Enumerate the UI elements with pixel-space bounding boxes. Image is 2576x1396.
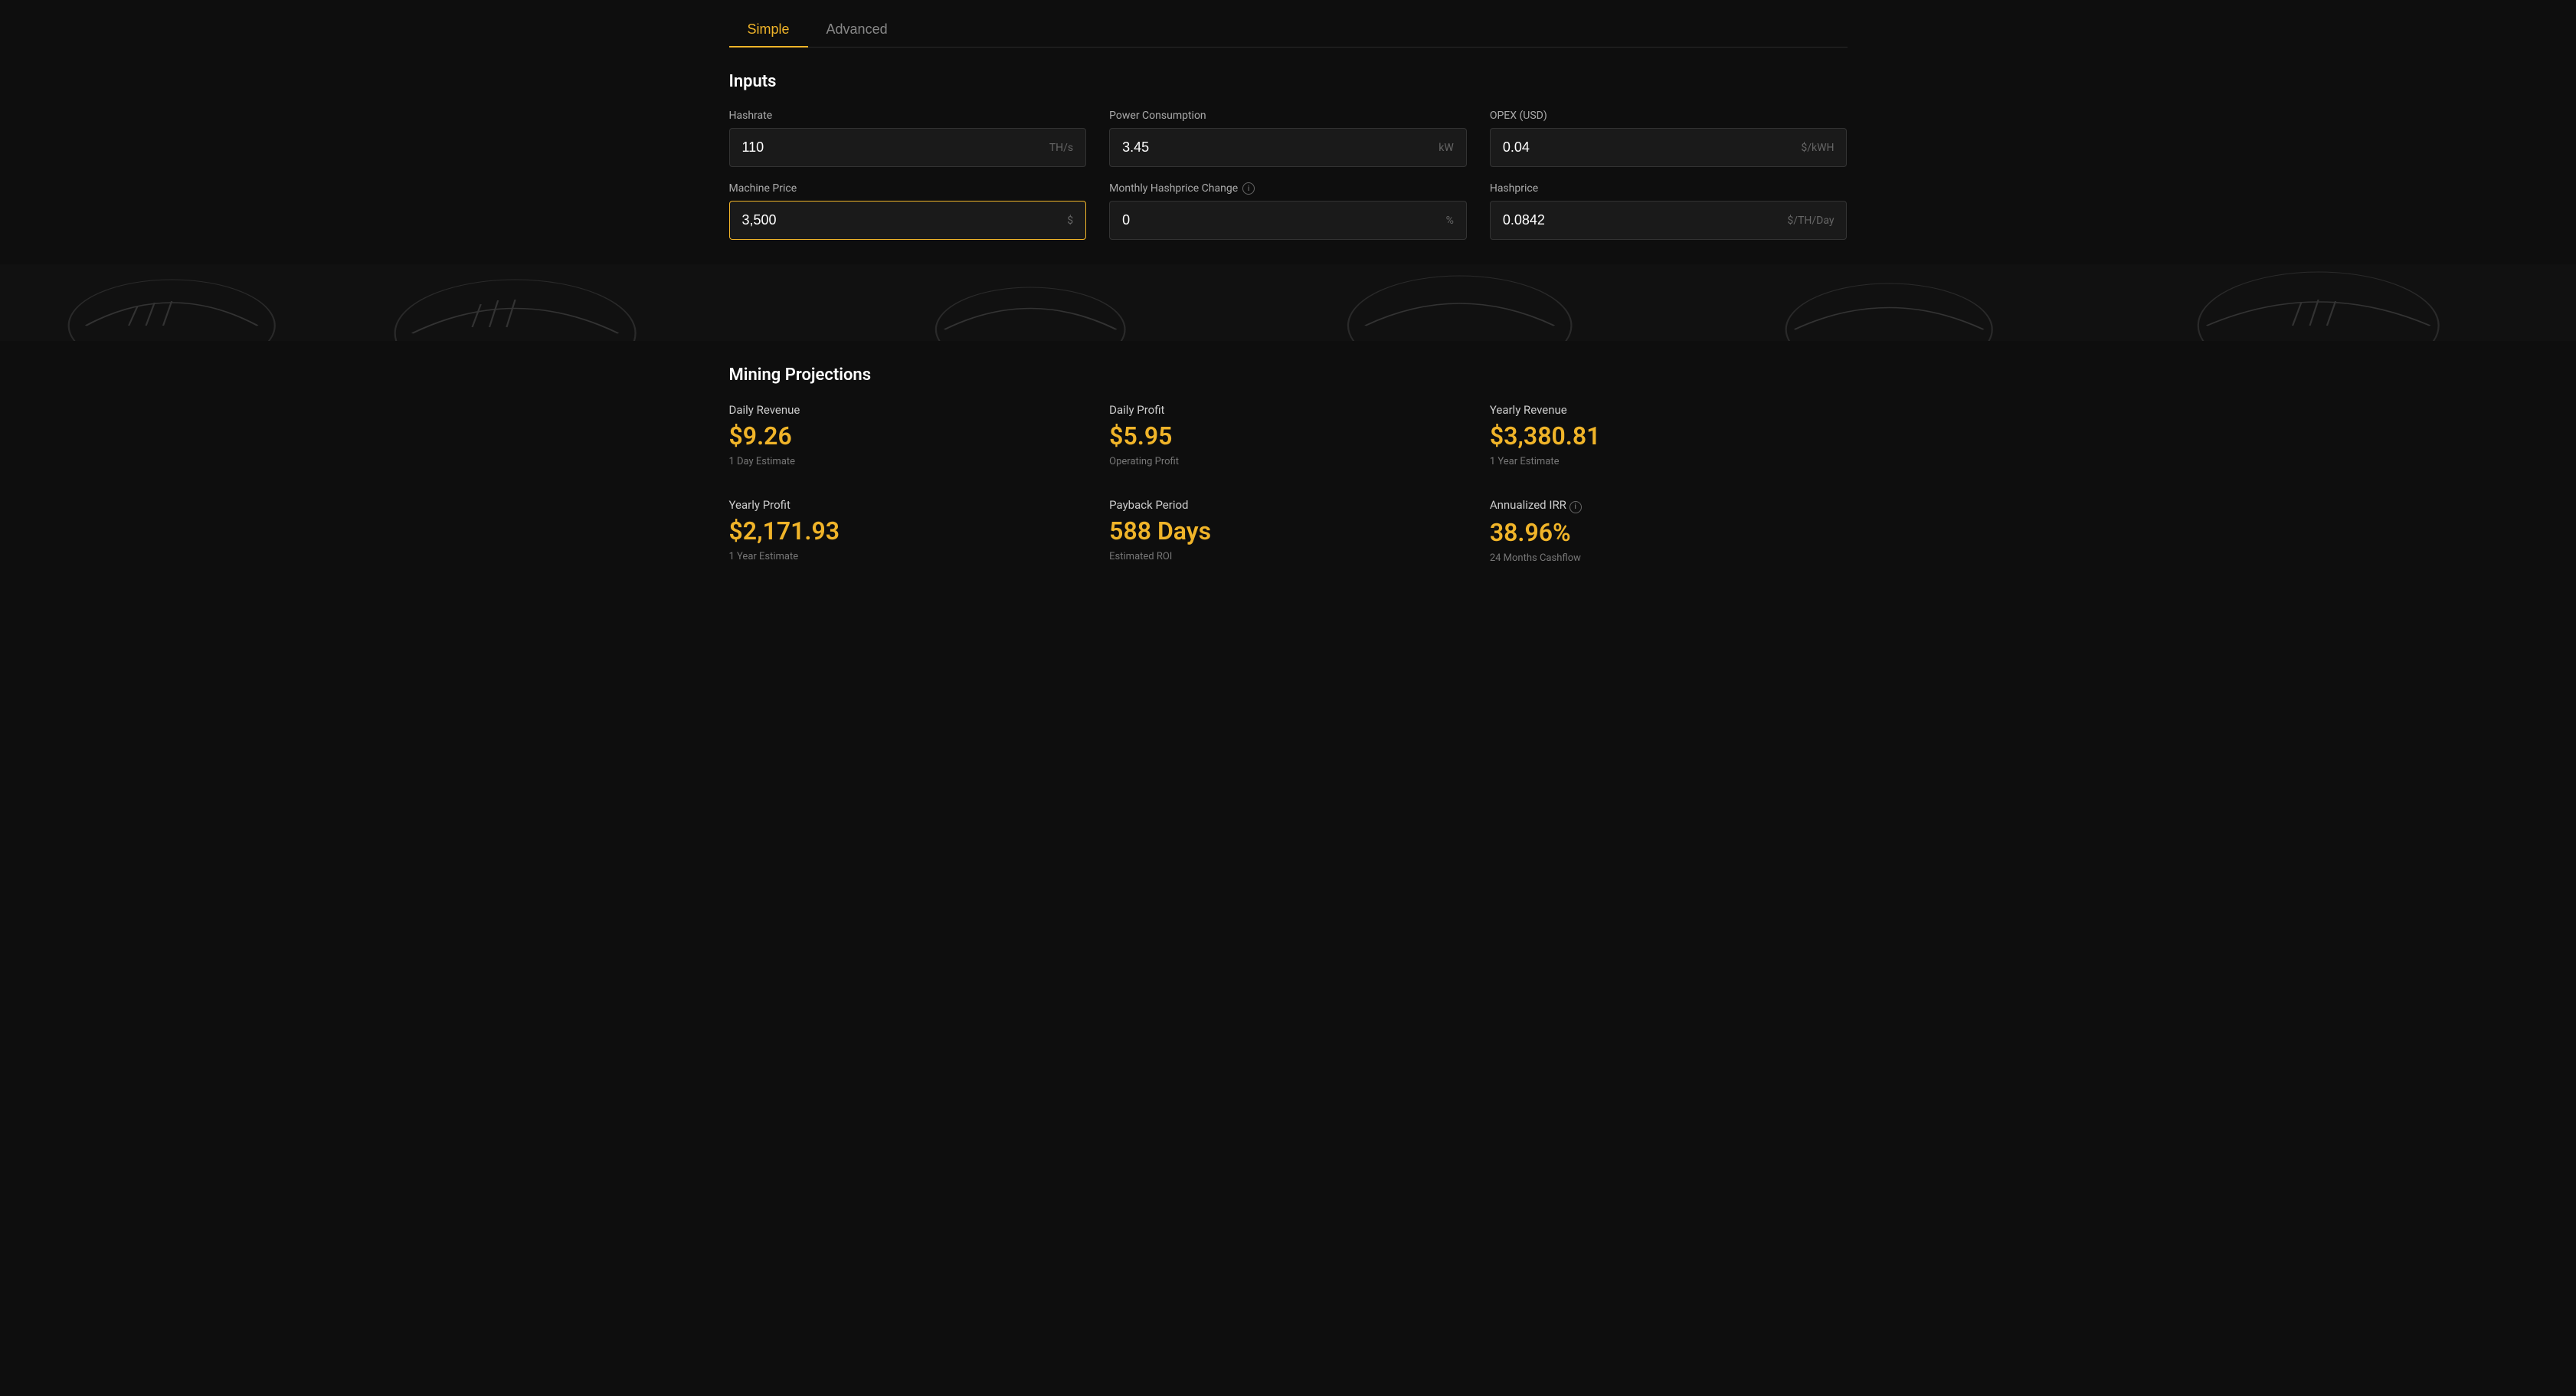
monthly-hashprice-group: Monthly Hashprice Change i % xyxy=(1109,182,1467,240)
power-consumption-group: Power Consumption kW xyxy=(1109,110,1467,167)
machine-price-wrapper: $ xyxy=(729,201,1087,240)
yearly-revenue-sublabel: 1 Year Estimate xyxy=(1490,456,1848,467)
opex-label: OPEX (USD) xyxy=(1490,110,1848,122)
power-consumption-input[interactable] xyxy=(1110,129,1426,166)
payback-period-label: Payback Period xyxy=(1109,498,1467,512)
hashrate-input[interactable] xyxy=(730,129,1037,166)
machine-price-label: Machine Price xyxy=(729,182,1087,195)
inputs-heading: Inputs xyxy=(729,72,1848,91)
hashrate-label: Hashrate xyxy=(729,110,1087,122)
hashrate-unit: TH/s xyxy=(1037,142,1085,154)
daily-profit-label: Daily Profit xyxy=(1109,403,1467,417)
tab-simple[interactable]: Simple xyxy=(729,12,808,47)
annualized-irr-item: Annualized IRR i 38.96% 24 Months Cashfl… xyxy=(1490,498,1848,564)
yearly-profit-sublabel: 1 Year Estimate xyxy=(729,551,1087,562)
opex-unit: $/kWH xyxy=(1789,142,1846,154)
yearly-revenue-item: Yearly Revenue $3,380.81 1 Year Estimate xyxy=(1490,403,1848,467)
payback-period-sublabel: Estimated ROI xyxy=(1109,551,1467,562)
annualized-irr-sublabel: 24 Months Cashflow xyxy=(1490,552,1848,564)
opex-input[interactable] xyxy=(1491,129,1789,166)
power-consumption-unit: kW xyxy=(1426,142,1466,154)
opex-wrapper: $/kWH xyxy=(1490,128,1848,167)
yearly-profit-label: Yearly Profit xyxy=(729,498,1087,512)
machine-price-input[interactable] xyxy=(730,202,1056,239)
tabs-container: Simple Advanced xyxy=(729,0,1848,48)
daily-profit-sublabel: Operating Profit xyxy=(1109,456,1467,467)
hashprice-wrapper: $/TH/Day xyxy=(1490,201,1848,240)
chart-area xyxy=(0,264,2576,341)
projections-grid: Daily Revenue $9.26 1 Day Estimate Daily… xyxy=(729,403,1848,564)
monthly-hashprice-wrapper: % xyxy=(1109,201,1467,240)
annualized-irr-value: 38.96% xyxy=(1490,519,1848,546)
yearly-revenue-value: $3,380.81 xyxy=(1490,423,1848,450)
machine-price-group: Machine Price $ xyxy=(729,182,1087,240)
yearly-revenue-label: Yearly Revenue xyxy=(1490,403,1848,417)
payback-period-value: 588 Days xyxy=(1109,518,1467,545)
hashrate-group: Hashrate TH/s xyxy=(729,110,1087,167)
opex-group: OPEX (USD) $/kWH xyxy=(1490,110,1848,167)
daily-revenue-value: $9.26 xyxy=(729,423,1087,450)
inputs-section: Inputs Hashrate TH/s Power Consumption k… xyxy=(729,72,1848,240)
hashrate-wrapper: TH/s xyxy=(729,128,1087,167)
daily-revenue-item: Daily Revenue $9.26 1 Day Estimate xyxy=(729,403,1087,467)
annualized-irr-info-icon: i xyxy=(1569,501,1582,513)
monthly-hashprice-info-icon: i xyxy=(1242,182,1255,195)
daily-revenue-sublabel: 1 Day Estimate xyxy=(729,456,1087,467)
hashprice-group: Hashprice $/TH/Day xyxy=(1490,182,1848,240)
machine-price-unit: $ xyxy=(1055,215,1085,227)
hashprice-label: Hashprice xyxy=(1490,182,1848,195)
daily-profit-item: Daily Profit $5.95 Operating Profit xyxy=(1109,403,1467,467)
yearly-profit-item: Yearly Profit $2,171.93 1 Year Estimate xyxy=(729,498,1087,564)
projections-section: Mining Projections Daily Revenue $9.26 1… xyxy=(0,341,2576,588)
annualized-irr-label: Annualized IRR i xyxy=(1490,498,1848,513)
power-consumption-wrapper: kW xyxy=(1109,128,1467,167)
hashprice-input[interactable] xyxy=(1491,202,1776,239)
daily-revenue-label: Daily Revenue xyxy=(729,403,1087,417)
monthly-hashprice-label: Monthly Hashprice Change i xyxy=(1109,182,1467,195)
power-consumption-label: Power Consumption xyxy=(1109,110,1467,122)
yearly-profit-value: $2,171.93 xyxy=(729,518,1087,545)
daily-profit-value: $5.95 xyxy=(1109,423,1467,450)
projections-heading: Mining Projections xyxy=(729,365,1848,385)
tab-advanced[interactable]: Advanced xyxy=(808,12,906,47)
hashprice-unit: $/TH/Day xyxy=(1775,215,1846,227)
payback-period-item: Payback Period 588 Days Estimated ROI xyxy=(1109,498,1467,564)
inputs-grid: Hashrate TH/s Power Consumption kW OPEX … xyxy=(729,110,1848,240)
monthly-hashprice-unit: % xyxy=(1434,215,1466,227)
monthly-hashprice-input[interactable] xyxy=(1110,202,1433,239)
